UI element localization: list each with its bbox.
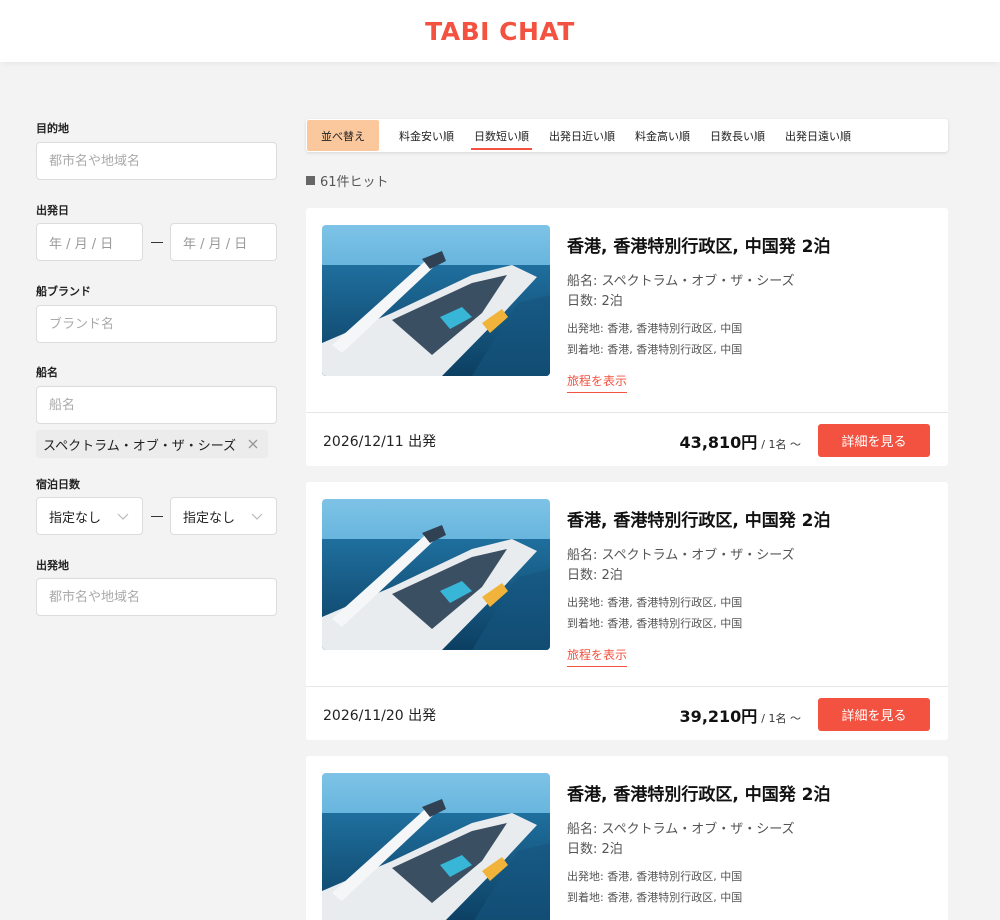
cruise-days: 日数: 2泊 [567, 294, 623, 309]
date-range-dash [151, 242, 163, 243]
date-from-placeholder: 年 / 月 / 日 [49, 236, 114, 252]
nights-label: 宿泊日数 [36, 478, 80, 491]
departure-port-input[interactable] [36, 578, 277, 616]
departure-date-from-input[interactable]: 年 / 月 / 日 [36, 223, 143, 261]
cruise-title: 香港, 香港特別行政区, 中国発 2泊 [567, 785, 831, 805]
ship-name: 船名: スペクトラム・オブ・ザ・シーズ [567, 548, 795, 563]
ship-name: 船名: スペクトラム・オブ・ザ・シーズ [567, 822, 795, 837]
nights-from-value: 指定なし [49, 510, 102, 526]
price: 43,810円 / 1名 〜 [680, 429, 801, 453]
ship-input[interactable] [36, 386, 277, 424]
departure-date: 2026/11/20 出発 [323, 708, 437, 724]
cruise-days: 日数: 2泊 [567, 568, 623, 583]
sort-label: 並べ替え [307, 120, 379, 151]
arrival-port: 到着地: 香港, 香港特別行政区, 中国 [567, 891, 743, 904]
cruise-card: 香港, 香港特別行政区, 中国発 2泊 船名: スペクトラム・オブ・ザ・シーズ … [306, 756, 948, 920]
sort-option-price-low[interactable]: 料金安い順 [399, 120, 454, 151]
nights-from-select[interactable]: 指定なし [36, 497, 143, 535]
brand-label: 船ブランド [36, 285, 91, 298]
price-unit: / 1名 〜 [761, 438, 801, 451]
ship-photo[interactable] [322, 225, 550, 376]
destination-input[interactable] [36, 142, 277, 180]
site-logo[interactable]: TABI CHAT [425, 17, 575, 46]
date-to-placeholder: 年 / 月 / 日 [183, 236, 248, 252]
price-value: 43,810円 [679, 433, 758, 452]
departure-date-to-input[interactable]: 年 / 月 / 日 [170, 223, 277, 261]
view-itinerary-link[interactable]: 旅程を表示 [567, 372, 628, 393]
cruise-title: 香港, 香港特別行政区, 中国発 2泊 [567, 237, 831, 257]
cruise-days: 日数: 2泊 [567, 842, 623, 857]
ship-name: 船名: スペクトラム・オブ・ザ・シーズ [567, 274, 795, 289]
cruise-card: 香港, 香港特別行政区, 中国発 2泊 船名: スペクトラム・オブ・ザ・シーズ … [306, 482, 948, 740]
price-unit: / 1名 〜 [761, 712, 801, 725]
price-value: 39,210円 [679, 707, 758, 726]
close-icon[interactable] [246, 437, 260, 451]
ship-label: 船名 [36, 366, 58, 379]
hit-count: 61件ヒット [306, 171, 389, 190]
sort-option-days-long[interactable]: 日数長い順 [710, 120, 765, 151]
chevron-down-icon [251, 513, 263, 520]
card-divider [306, 412, 948, 413]
nights-range-dash [151, 516, 163, 517]
ship-photo[interactable] [322, 773, 550, 920]
departure-port-label: 出発地 [36, 559, 69, 572]
departure-port: 出発地: 香港, 香港特別行政区, 中国 [567, 870, 743, 883]
sort-option-date-near[interactable]: 出発日近い順 [549, 120, 615, 151]
departure-port: 出発地: 香港, 香港特別行政区, 中国 [567, 322, 743, 335]
brand-input[interactable] [36, 305, 277, 343]
card-divider [306, 686, 948, 687]
view-itinerary-link[interactable]: 旅程を表示 [567, 646, 628, 667]
departure-port: 出発地: 香港, 香港特別行政区, 中国 [567, 596, 743, 609]
square-icon [306, 176, 315, 185]
cruise-card: 香港, 香港特別行政区, 中国発 2泊 船名: スペクトラム・オブ・ザ・シーズ … [306, 208, 948, 466]
arrival-port: 到着地: 香港, 香港特別行政区, 中国 [567, 343, 743, 356]
destination-label: 目的地 [36, 122, 69, 135]
cruise-title: 香港, 香港特別行政区, 中国発 2泊 [567, 511, 831, 531]
price: 39,210円 / 1名 〜 [680, 703, 801, 727]
departure-date: 2026/12/11 出発 [323, 434, 437, 450]
selected-ship-chip-label: スペクトラム・オブ・ザ・シーズ [43, 438, 237, 454]
departure-date-label: 出発日 [36, 204, 69, 217]
sort-bar: 並べ替え 料金安い順 日数短い順 出発日近い順 料金高い順 日数長い順 出発日遠… [306, 119, 948, 152]
chevron-down-icon [117, 513, 129, 520]
view-details-button[interactable]: 詳細を見る [818, 424, 930, 457]
sort-option-date-far[interactable]: 出発日遠い順 [785, 120, 851, 151]
selected-ship-chip: スペクトラム・オブ・ザ・シーズ [36, 430, 268, 458]
ship-photo[interactable] [322, 499, 550, 650]
sort-option-days-short[interactable]: 日数短い順 [471, 120, 532, 151]
nights-to-value: 指定なし [183, 510, 236, 526]
nights-to-select[interactable]: 指定なし [170, 497, 277, 535]
view-details-button[interactable]: 詳細を見る [818, 698, 930, 731]
hit-count-text: 61件ヒット [320, 175, 389, 190]
sort-options: 料金安い順 日数短い順 出発日近い順 料金高い順 日数長い順 出発日遠い順 [399, 120, 851, 151]
top-header: TABI CHAT [0, 0, 1000, 62]
arrival-port: 到着地: 香港, 香港特別行政区, 中国 [567, 617, 743, 630]
sort-option-price-high[interactable]: 料金高い順 [635, 120, 690, 151]
